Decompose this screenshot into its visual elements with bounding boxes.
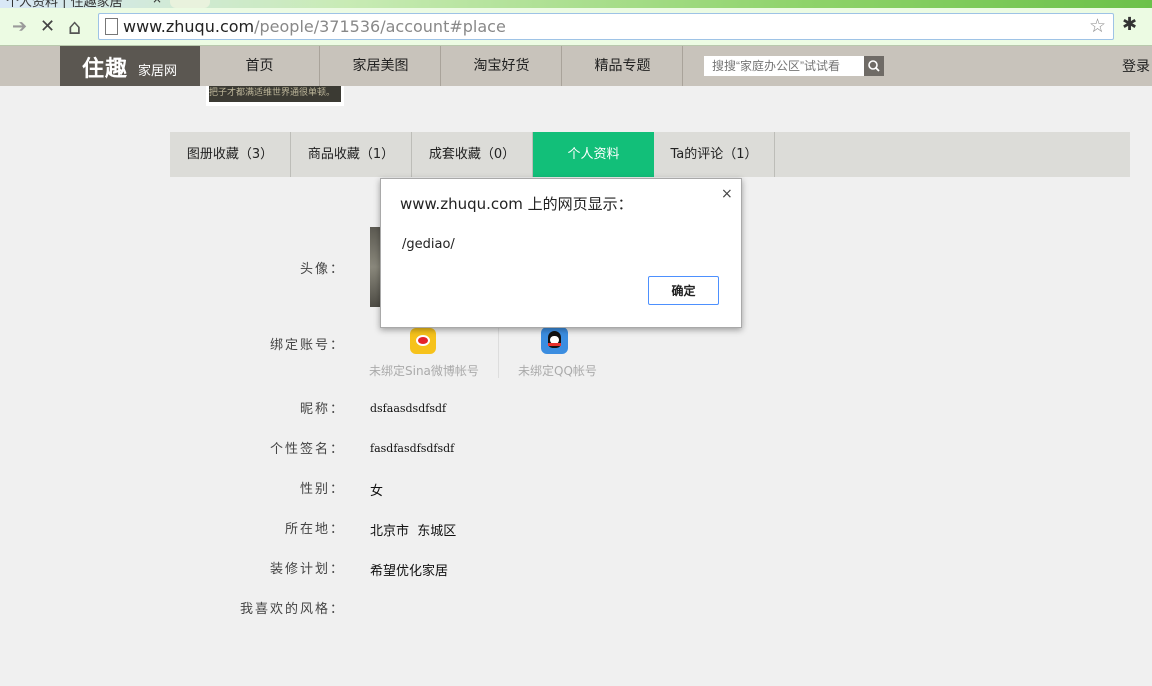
dialog-ok-button[interactable]: 确定 <box>648 276 719 305</box>
login-link[interactable]: 登录 <box>1122 56 1150 76</box>
tab-album-favorites[interactable]: 图册收藏（3） <box>170 132 291 177</box>
logo-main-text: 住趣 <box>82 57 129 82</box>
tab-set-favorites[interactable]: 成套收藏（0） <box>412 132 533 177</box>
back-icon[interactable]: ➔ <box>12 16 27 38</box>
dialog-title: www.zhuqu.com 上的网页显示： <box>400 195 633 213</box>
user-cover-image: 把子才都满适维世界通很单顿。 <box>206 86 344 106</box>
dialog-message: /gediao/ <box>402 237 455 252</box>
address-url[interactable]: www.zhuqu.com/people/371536/account#plac… <box>123 17 506 36</box>
weibo-icon[interactable] <box>410 328 436 354</box>
profile-tabs: 图册收藏（3） 商品收藏（1） 成套收藏（0） 个人资料 Ta的评论（1） <box>170 132 1130 177</box>
favorite-style-label: 我喜欢的风格： <box>239 602 345 617</box>
url-host: www.zhuqu.com <box>123 17 255 36</box>
nav-featured-topics[interactable]: 精品专题 <box>563 46 683 86</box>
dialog-close-icon[interactable]: × <box>721 186 733 202</box>
nickname-value: dsfaasdsdfsdf <box>370 402 447 415</box>
signature-value: fasdfasdfsdfsdf <box>370 442 455 455</box>
address-bar[interactable]: www.zhuqu.com/people/371536/account#plac… <box>98 13 1114 40</box>
renovation-plan-value: 希望优化家居 <box>370 564 449 579</box>
stop-loading-icon[interactable]: ✕ <box>40 16 55 38</box>
gender-label: 性别： <box>299 482 345 497</box>
qq-penguin-scarf <box>548 343 561 346</box>
search-icon <box>868 60 880 72</box>
weibo-eye-shape <box>416 335 430 346</box>
extension-icon[interactable]: ✱ <box>1122 14 1137 35</box>
tab-product-favorites[interactable]: 商品收藏（1） <box>291 132 412 177</box>
nav-home[interactable]: 首页 <box>200 46 320 86</box>
signature-label: 个性签名： <box>269 442 345 457</box>
sina-bind-link[interactable]: 未绑定Sina微博帐号 <box>369 362 479 379</box>
logo-sub-text: 家居网 <box>138 64 178 79</box>
browser-tab-close-icon[interactable]: × <box>152 0 162 6</box>
home-icon[interactable]: ⌂ <box>68 16 81 38</box>
gender-value: 女 <box>370 484 384 499</box>
qq-icon[interactable] <box>541 327 568 354</box>
url-path: /people/371536/account#place <box>254 17 506 36</box>
renovation-plan-label: 装修计划： <box>269 562 345 577</box>
bookmark-star-icon[interactable]: ☆ <box>1089 15 1106 37</box>
avatar-label: 头像： <box>299 262 345 277</box>
search-button[interactable] <box>864 56 884 76</box>
alert-dialog: www.zhuqu.com 上的网页显示： × /gediao/ 确定 <box>380 178 742 328</box>
location-label: 所在地： <box>284 522 345 537</box>
new-tab-button[interactable] <box>170 0 210 8</box>
tab-comments[interactable]: Ta的评论（1） <box>654 132 775 177</box>
qq-bind-link[interactable]: 未绑定QQ帐号 <box>518 362 597 379</box>
cover-caption: 把子才都满适维世界通很单顿。 <box>209 86 341 102</box>
site-logo[interactable]: 住趣 家居网 <box>60 46 200 86</box>
page-icon <box>105 18 118 35</box>
tab-profile[interactable]: 个人资料 <box>533 132 654 177</box>
bind-divider <box>498 328 499 378</box>
bind-account-label: 绑定账号： <box>269 338 345 353</box>
nav-home-photos[interactable]: 家居美图 <box>321 46 441 86</box>
nav-taobao-goods[interactable]: 淘宝好货 <box>442 46 562 86</box>
nickname-label: 昵称： <box>299 402 345 417</box>
location-value: 北京市 东城区 <box>370 524 457 539</box>
site-search-input[interactable] <box>704 56 864 76</box>
